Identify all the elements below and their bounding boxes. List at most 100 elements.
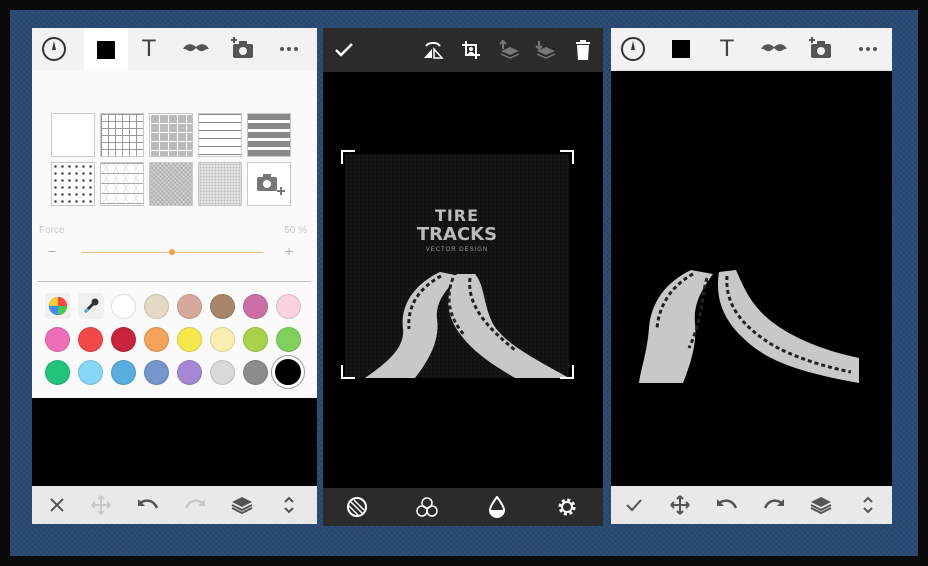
crop-handle-top-left[interactable] xyxy=(341,150,355,164)
trash-icon xyxy=(576,40,590,60)
text-tool-button[interactable]: T xyxy=(132,32,166,66)
move-icon xyxy=(91,495,111,515)
force-slider-knob[interactable] xyxy=(169,249,175,255)
pattern-paper-texture[interactable] xyxy=(198,162,242,206)
color-swatch[interactable] xyxy=(78,360,103,385)
crop-button[interactable] xyxy=(454,33,488,67)
add-photo-button[interactable] xyxy=(226,30,260,66)
redo-button[interactable] xyxy=(757,488,791,522)
color-swatch[interactable] xyxy=(243,327,268,352)
blend-button[interactable] xyxy=(340,490,374,524)
color-pattern-sheet: Force 50 % − + xyxy=(32,70,317,398)
text-tool-button[interactable]: T xyxy=(710,32,744,66)
more-button[interactable] xyxy=(272,32,306,66)
crop-handle-bottom-right[interactable] xyxy=(560,365,574,379)
color-swatch[interactable] xyxy=(276,327,301,352)
tire-tracks-illustration xyxy=(365,272,569,378)
layers-button[interactable] xyxy=(804,488,838,522)
expand-button[interactable] xyxy=(851,488,885,522)
left-phone-screen: T Force 50 % − + xyxy=(32,28,317,524)
pattern-canvas-texture[interactable] xyxy=(149,162,193,206)
pattern-lines-thick[interactable] xyxy=(247,113,291,157)
top-toolbar: T xyxy=(32,28,317,71)
redo-button[interactable] xyxy=(178,488,212,522)
divider xyxy=(38,281,311,282)
opacity-button[interactable] xyxy=(480,490,514,524)
color-swatch[interactable] xyxy=(111,360,136,385)
mustache-tool-button[interactable] xyxy=(178,32,214,66)
undo-icon xyxy=(138,499,159,509)
color-tool-button[interactable] xyxy=(84,28,128,71)
undo-button[interactable] xyxy=(131,488,165,522)
confirm-button[interactable] xyxy=(617,488,651,522)
more-button[interactable] xyxy=(851,32,885,66)
check-icon xyxy=(626,499,642,512)
color-swatch[interactable] xyxy=(177,294,202,319)
layers-button[interactable] xyxy=(225,488,259,522)
pattern-grid-small[interactable] xyxy=(100,113,144,157)
mustache-tool-button[interactable] xyxy=(756,32,792,66)
close-button[interactable] xyxy=(40,488,74,522)
color-swatch[interactable] xyxy=(210,294,235,319)
pattern-blank[interactable] xyxy=(51,113,95,157)
color-square-icon xyxy=(672,40,690,58)
colors-button[interactable] xyxy=(410,490,444,524)
color-swatch[interactable] xyxy=(210,360,235,385)
color-swatch[interactable] xyxy=(276,294,301,319)
color-swatch[interactable] xyxy=(177,360,202,385)
more-icon xyxy=(280,47,298,51)
color-square-icon xyxy=(97,40,115,59)
bottom-toolbar xyxy=(32,486,317,524)
color-swatch[interactable] xyxy=(45,327,70,352)
confirm-button[interactable] xyxy=(327,33,361,67)
pattern-triangles[interactable] xyxy=(100,162,144,206)
compass-icon xyxy=(621,37,645,61)
add-photo-icon xyxy=(231,37,253,58)
pattern-lines-thin[interactable] xyxy=(198,113,242,157)
crop-icon xyxy=(462,41,480,59)
redo-icon xyxy=(763,499,784,509)
color-swatch[interactable] xyxy=(111,327,136,352)
pattern-dots[interactable] xyxy=(51,162,95,206)
pattern-grid-large[interactable] xyxy=(149,113,193,157)
move-button[interactable] xyxy=(663,488,697,522)
layer-down-button[interactable] xyxy=(528,33,562,67)
color-swatch[interactable] xyxy=(243,360,268,385)
settings-icon xyxy=(558,498,576,516)
selected-image[interactable]: TIRE TRACKS VECTOR DESIGN xyxy=(345,154,569,378)
eyedropper-icon xyxy=(83,298,99,314)
add-photo-button[interactable] xyxy=(804,30,838,66)
color-swatch[interactable] xyxy=(144,294,169,319)
color-swatch-selected[interactable] xyxy=(272,356,304,388)
crop-handle-top-right[interactable] xyxy=(560,150,574,164)
color-swatch[interactable] xyxy=(177,327,202,352)
undo-button[interactable] xyxy=(710,488,744,522)
top-toolbar xyxy=(323,28,603,72)
color-swatch[interactable] xyxy=(45,360,70,385)
color-swatch[interactable] xyxy=(78,327,103,352)
settings-button[interactable] xyxy=(550,490,584,524)
color-tool-button[interactable] xyxy=(664,32,698,66)
flip-button[interactable] xyxy=(416,33,450,67)
color-wheel-button[interactable] xyxy=(45,293,71,319)
tire-tracks-image[interactable] xyxy=(611,258,892,458)
color-swatch[interactable] xyxy=(111,294,136,319)
crop-handle-bottom-left[interactable] xyxy=(341,365,355,379)
force-value: 50 % xyxy=(284,225,307,236)
color-swatch[interactable] xyxy=(144,327,169,352)
delete-button[interactable] xyxy=(566,33,600,67)
pattern-add-photo[interactable] xyxy=(247,162,291,206)
color-wheel-icon xyxy=(49,297,67,315)
expand-button[interactable] xyxy=(272,488,306,522)
force-decrease-button[interactable]: − xyxy=(48,243,56,259)
compass-tool-button[interactable] xyxy=(616,32,650,66)
color-swatch[interactable] xyxy=(210,327,235,352)
compass-tool-button[interactable] xyxy=(37,32,71,66)
layer-up-button[interactable] xyxy=(492,33,526,67)
top-toolbar: T xyxy=(611,28,892,71)
color-swatch[interactable] xyxy=(144,360,169,385)
move-button[interactable] xyxy=(84,488,118,522)
color-swatch[interactable] xyxy=(243,294,268,319)
eyedropper-button[interactable] xyxy=(78,293,104,319)
force-increase-button[interactable]: + xyxy=(285,243,293,259)
